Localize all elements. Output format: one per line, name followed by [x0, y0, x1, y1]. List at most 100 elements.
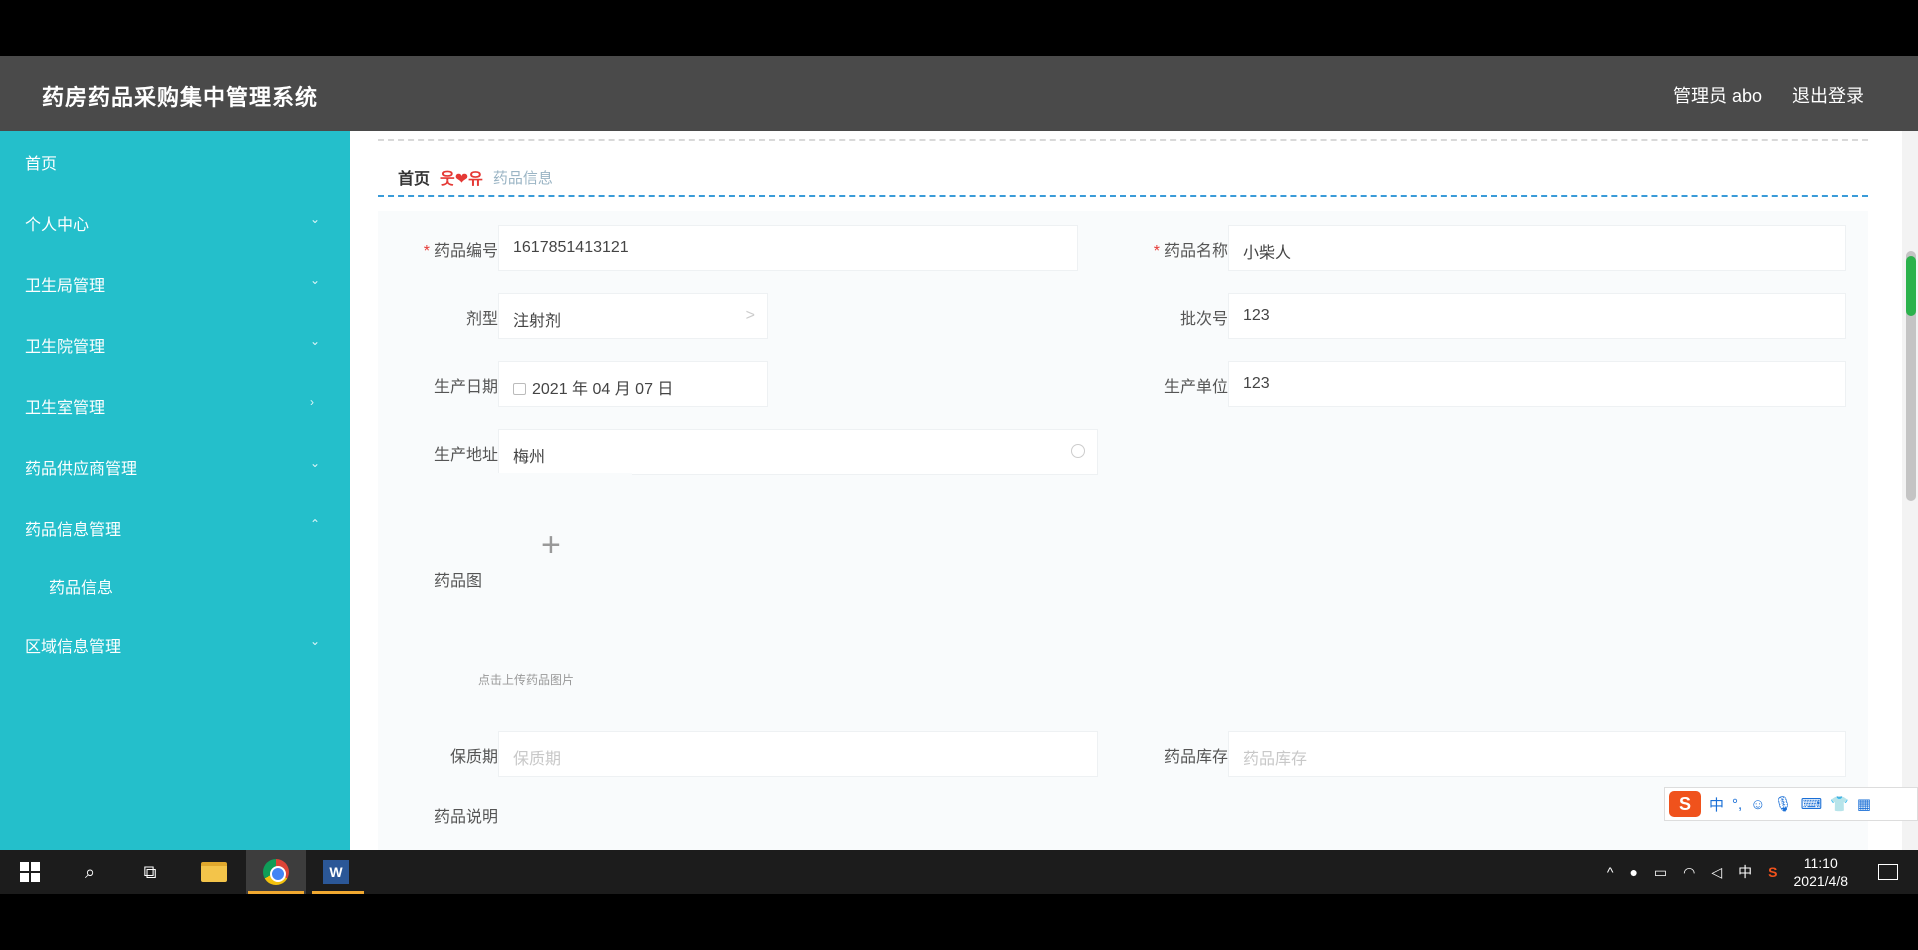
file-explorer-icon[interactable] — [200, 858, 228, 886]
clear-icon[interactable] — [1071, 444, 1085, 458]
scrollbar-marker — [1906, 256, 1916, 316]
sogou-icon[interactable]: S — [1669, 791, 1701, 817]
grid-icon[interactable]: ▦ — [1857, 795, 1871, 813]
sidebar-item-label: 药品信息管理 — [25, 521, 122, 539]
sidebar-item-label: 卫生局管理 — [25, 277, 106, 295]
chevron-down-icon: ⌄ — [310, 334, 321, 348]
notification-icon[interactable] — [1878, 864, 1898, 880]
form-row: 保质期 保质期 药品库存 药品库存 — [378, 731, 1868, 777]
input-lang[interactable]: 中 — [1738, 862, 1752, 882]
volume-icon[interactable]: ◁ — [1711, 864, 1722, 881]
sidebar-item-home[interactable]: 首页 — [0, 131, 350, 192]
sidebar: 首页 个人中心 ⌄ 卫生局管理 ⌄ 卫生院管理 ⌄ 卫生室管理 › 药品供应商管… — [0, 131, 350, 894]
sogou-tray-icon[interactable]: S — [1768, 864, 1777, 880]
word-icon[interactable]: W — [322, 858, 350, 886]
address-value: 梅州 — [513, 449, 546, 466]
breadcrumb-current: 药品信息 — [492, 169, 553, 187]
address-label: 生产地址 — [433, 447, 498, 464]
task-view-icon[interactable]: ⧉ — [136, 858, 164, 886]
main-content: 首页 웃❤유 药品信息 * 药品编号 1617851413121 * 药品名称 小柴… — [350, 131, 1918, 894]
sidebar-item-health-bureau[interactable]: 卫生局管理 ⌄ — [0, 253, 350, 314]
sidebar-item-label: 卫生院管理 — [25, 338, 106, 356]
search-icon[interactable]: ⌕ — [76, 858, 104, 886]
dosage-select[interactable]: 注射剂 > — [498, 293, 768, 339]
system-tray: ^ ● ▭ ◠ ◁ 中 S 11:10 2021/4/8 — [1607, 850, 1918, 894]
form-row: 剂型 注射剂 > 批次号 123 — [378, 293, 1868, 339]
taskbar: ⌕ ⧉ W ^ ● ▭ ◠ ◁ 中 S 11:10 2021/4/8 — [0, 850, 1918, 894]
sidebar-item-region[interactable]: 区域信息管理 ⌄ — [0, 614, 350, 675]
screen: 药房药品采购集中管理系统 管理员 abo 退出登录 首页 个人中心 ⌄ 卫生局管… — [0, 56, 1918, 894]
app-title: 药房药品采购集中管理系统 — [42, 85, 319, 110]
battery-icon[interactable]: ▭ — [1654, 864, 1667, 881]
upload-hint: 点击上传药品图片 — [478, 673, 575, 687]
chevron-down-icon: ⌄ — [310, 212, 321, 226]
top-header: 药房药品采购集中管理系统 管理员 abo 退出登录 — [0, 56, 1918, 131]
shelf-life-field[interactable]: 保质期 — [498, 731, 1098, 777]
chevron-up-icon: ⌃ — [310, 517, 321, 531]
breadcrumb-bar: 首页 웃❤유 药品信息 — [378, 139, 1868, 197]
sidebar-item-clinic[interactable]: 卫生室管理 › — [0, 375, 350, 436]
chevron-up-icon[interactable]: ^ — [1607, 864, 1614, 880]
windows-start-icon[interactable] — [16, 858, 44, 886]
clock[interactable]: 11:10 2021/4/8 — [1794, 854, 1849, 890]
logout-link[interactable]: 退出登录 — [1792, 82, 1864, 108]
date-picker[interactable]: 2021 年 04 月 07 日 — [498, 361, 768, 407]
name-field[interactable]: 小柴人 — [1228, 225, 1846, 271]
breadcrumb: 首页 웃❤유 药品信息 — [398, 165, 553, 189]
header-actions: 管理员 abo 退出登录 — [1673, 82, 1864, 108]
drug-form: * 药品编号 1617851413121 * 药品名称 小柴人 剂型 注射剂 > 批… — [378, 211, 1868, 894]
sidebar-item-label: 卫生室管理 — [25, 399, 106, 417]
address-field[interactable]: 梅州 — [498, 429, 1098, 475]
open-indicator — [312, 891, 364, 894]
keyboard-icon[interactable]: ⌨ — [1801, 795, 1823, 813]
chevron-down-icon: ⌄ — [310, 273, 321, 287]
dosage-value: 注射剂 — [513, 313, 562, 330]
chevron-right-icon: › — [310, 395, 314, 409]
dosage-label: 剂型 — [465, 311, 498, 328]
date-label: 生产日期 — [433, 379, 498, 396]
skin-icon[interactable]: 👕 — [1830, 795, 1849, 813]
sidebar-item-label: 区域信息管理 — [25, 638, 122, 656]
chrome-icon[interactable] — [262, 858, 290, 886]
breadcrumb-separator: 웃❤유 — [440, 171, 483, 188]
sidebar-subitem-drug-info[interactable]: 药品信息 — [0, 558, 350, 614]
ime-toolbar: S 中 °, ☺ 🎙 ⌨ 👕 ▦ — [1664, 787, 1918, 821]
batch-field[interactable]: 123 — [1228, 293, 1846, 339]
chevron-down-icon: ⌄ — [310, 456, 321, 470]
form-row: 生产日期 2021 年 04 月 07 日 生产单位 123 — [378, 361, 1868, 407]
code-field[interactable]: 1617851413121 — [498, 225, 1078, 271]
form-row: * 药品编号 1617851413121 * 药品名称 小柴人 — [378, 225, 1868, 271]
emoji-icon[interactable]: ☺ — [1750, 796, 1765, 813]
mic-icon[interactable]: 🎙 — [1774, 795, 1793, 813]
stock-field[interactable]: 药品库存 — [1228, 731, 1846, 777]
wifi-icon[interactable]: ◠ — [1683, 864, 1695, 881]
current-user[interactable]: 管理员 abo — [1673, 82, 1762, 108]
sidebar-item-label: 药品供应商管理 — [25, 460, 138, 478]
scrollbar[interactable] — [1902, 131, 1918, 894]
app-tray-icon[interactable]: ● — [1629, 864, 1637, 880]
ime-lang[interactable]: 中 — [1709, 794, 1724, 815]
form-row: 生产地址 梅州 — [378, 429, 1868, 475]
active-indicator — [248, 891, 304, 894]
description-label: 药品说明 — [433, 809, 498, 826]
sidebar-item-personal[interactable]: 个人中心 ⌄ — [0, 192, 350, 253]
sidebar-item-label: 个人中心 — [25, 216, 90, 234]
sidebar-item-drug-info[interactable]: 药品信息管理 ⌃ — [0, 497, 350, 558]
ime-punct[interactable]: °, — [1732, 796, 1742, 813]
image-upload[interactable]: + — [482, 473, 632, 623]
plus-icon: + — [541, 526, 561, 564]
batch-label: 批次号 — [1179, 311, 1228, 328]
chevron-down-icon: ⌄ — [310, 634, 321, 648]
sidebar-item-health-center[interactable]: 卫生院管理 ⌄ — [0, 314, 350, 375]
maker-label: 生产单位 — [1163, 379, 1228, 396]
date-value: 2021 年 04 月 07 日 — [532, 381, 674, 398]
stock-label: 药品库存 — [1163, 749, 1228, 766]
shelf-life-label: 保质期 — [449, 749, 498, 766]
clock-time: 11:10 — [1803, 855, 1838, 871]
select-arrow-icon: > — [745, 307, 755, 324]
calendar-icon — [513, 383, 526, 395]
maker-field[interactable]: 123 — [1228, 361, 1846, 407]
sidebar-item-label: 首页 — [25, 155, 58, 173]
breadcrumb-home[interactable]: 首页 — [398, 165, 430, 189]
sidebar-item-supplier[interactable]: 药品供应商管理 ⌄ — [0, 436, 350, 497]
